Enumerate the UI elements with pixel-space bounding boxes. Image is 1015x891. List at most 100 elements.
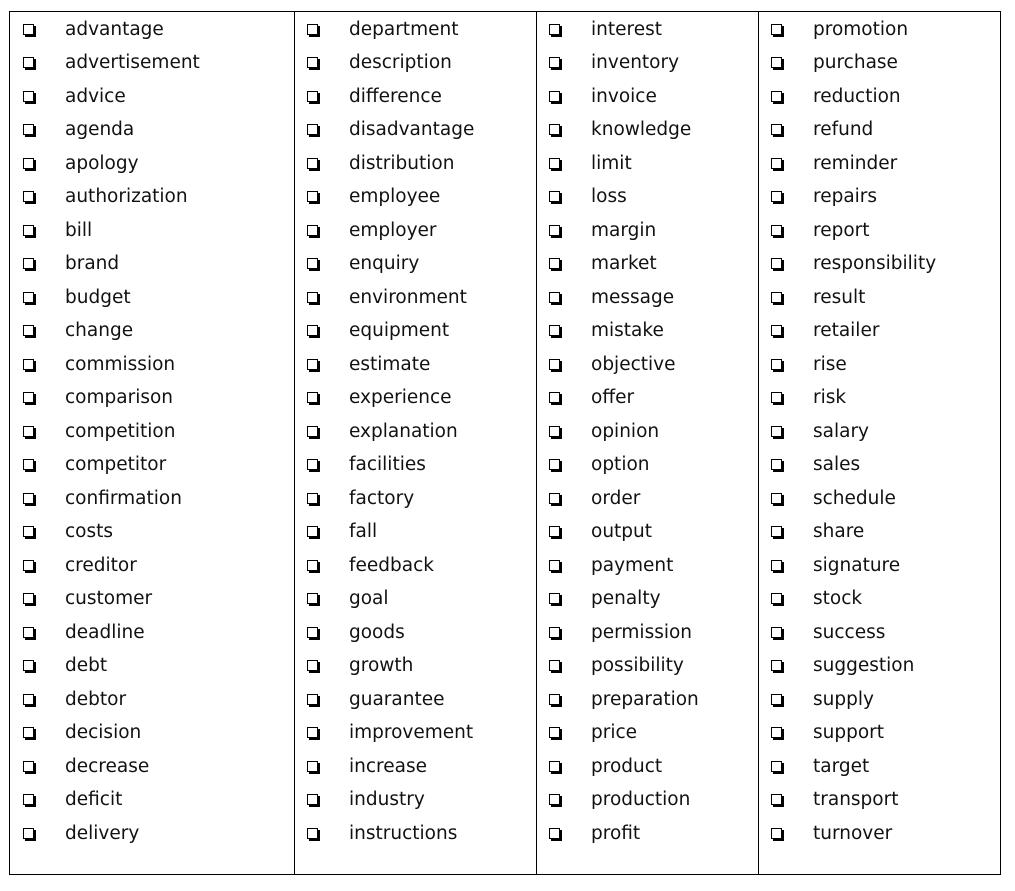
checkbox-icon[interactable] [771,526,782,537]
checkbox-icon[interactable] [23,425,34,437]
checkbox-icon[interactable] [771,794,782,805]
checkbox-icon[interactable] [23,325,34,336]
checkbox-icon[interactable] [23,90,34,102]
checkbox-icon[interactable] [307,124,318,135]
checkbox-icon[interactable] [771,727,782,738]
checkbox-icon[interactable] [307,693,318,705]
checkbox-icon[interactable] [23,258,34,269]
checkbox-icon[interactable] [549,660,560,671]
checkbox-icon[interactable] [23,157,34,169]
checkbox-icon[interactable] [23,124,34,135]
checkbox-icon[interactable] [307,325,318,336]
checkbox-icon[interactable] [771,559,782,571]
checkbox-icon[interactable] [549,760,560,772]
checkbox-icon[interactable] [23,760,34,772]
checkbox-icon[interactable] [549,693,560,705]
checkbox-icon[interactable] [549,559,560,571]
checkbox-icon[interactable] [307,526,318,537]
checkbox-icon[interactable] [307,727,318,738]
checkbox-icon[interactable] [549,23,560,35]
checkbox-icon[interactable] [549,291,560,303]
checkbox-icon[interactable] [771,291,782,303]
checkbox-icon[interactable] [771,626,782,638]
checkbox-icon[interactable] [549,191,560,202]
checkbox-icon[interactable] [771,593,782,604]
checkbox-icon[interactable] [549,224,560,236]
checkbox-icon[interactable] [771,392,782,403]
checkbox-icon[interactable] [307,760,318,772]
checkbox-icon[interactable] [23,459,34,470]
checkbox-icon[interactable] [307,425,318,437]
checkbox-icon[interactable] [23,57,34,68]
checkbox-icon[interactable] [549,626,560,638]
checkbox-icon[interactable] [23,727,34,738]
checkbox-icon[interactable] [23,291,34,303]
checkbox-icon[interactable] [307,626,318,638]
checkbox-icon[interactable] [549,794,560,805]
checkbox-icon[interactable] [23,794,34,805]
checkbox-icon[interactable] [23,23,34,35]
checkbox-icon[interactable] [307,593,318,604]
checkbox-icon[interactable] [23,693,34,705]
checkbox-icon[interactable] [549,593,560,604]
checkbox-icon[interactable] [549,358,560,370]
checkbox-icon[interactable] [307,559,318,571]
checkbox-icon[interactable] [549,392,560,403]
checkbox-icon[interactable] [23,358,34,370]
checkbox-icon[interactable] [23,660,34,671]
checkbox-icon[interactable] [23,224,34,236]
checkbox-icon[interactable] [307,827,318,839]
checkbox-icon[interactable] [771,693,782,705]
checkbox-icon[interactable] [307,191,318,202]
checkbox-icon[interactable] [549,425,560,437]
checkbox-icon[interactable] [307,660,318,671]
checkbox-icon[interactable] [23,492,34,504]
checkbox-icon[interactable] [23,526,34,537]
checkbox-icon[interactable] [771,157,782,169]
checkbox-icon[interactable] [23,559,34,571]
checkbox-icon[interactable] [23,191,34,202]
checkbox-icon[interactable] [549,57,560,68]
checkbox-icon[interactable] [771,660,782,671]
checkbox-icon[interactable] [549,727,560,738]
checkbox-icon[interactable] [23,392,34,403]
checkbox-icon[interactable] [307,90,318,102]
checkbox-icon[interactable] [307,258,318,269]
checkbox-icon[interactable] [23,827,34,839]
checkbox-icon[interactable] [307,492,318,504]
checkbox-icon[interactable] [549,124,560,135]
checkbox-icon[interactable] [307,157,318,169]
checkbox-icon[interactable] [549,827,560,839]
checkbox-icon[interactable] [771,760,782,772]
checkbox-icon[interactable] [307,459,318,470]
checkbox-icon[interactable] [549,325,560,336]
checkbox-icon[interactable] [23,593,34,604]
checkbox-icon[interactable] [771,325,782,336]
checkbox-icon[interactable] [771,258,782,269]
checkbox-icon[interactable] [771,57,782,68]
checkbox-icon[interactable] [23,626,34,638]
checkbox-icon[interactable] [549,459,560,470]
checkbox-icon[interactable] [307,392,318,403]
checkbox-icon[interactable] [771,459,782,470]
checkbox-icon[interactable] [307,224,318,236]
checkbox-icon[interactable] [771,191,782,202]
checkbox-icon[interactable] [307,291,318,303]
checkbox-icon[interactable] [549,90,560,102]
checkbox-icon[interactable] [549,157,560,169]
checkbox-icon[interactable] [549,258,560,269]
checkbox-icon[interactable] [771,23,782,35]
checkbox-icon[interactable] [771,425,782,437]
checkbox-icon[interactable] [307,57,318,68]
checkbox-icon[interactable] [771,124,782,135]
checkbox-icon[interactable] [549,492,560,504]
checkbox-icon[interactable] [771,90,782,102]
checkbox-icon[interactable] [771,827,782,839]
checkbox-icon[interactable] [771,224,782,236]
checkbox-icon[interactable] [307,358,318,370]
checkbox-icon[interactable] [549,526,560,537]
checkbox-icon[interactable] [307,794,318,805]
checkbox-icon[interactable] [307,23,318,35]
checkbox-icon[interactable] [771,358,782,370]
checkbox-icon[interactable] [771,492,782,504]
